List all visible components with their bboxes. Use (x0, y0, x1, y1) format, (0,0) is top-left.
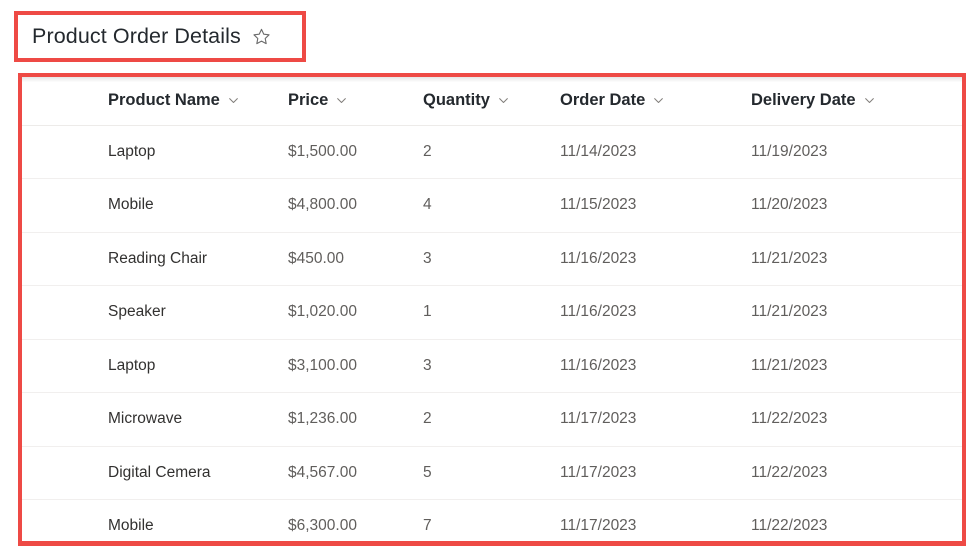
cell-product-name: Speaker (22, 285, 273, 340)
cell-delivery-date: 11/21/2023 (734, 339, 962, 393)
cell-price: $3,100.00 (273, 339, 408, 393)
cell-quantity: 2 (408, 125, 548, 179)
cell-price: $1,500.00 (273, 125, 408, 179)
cell-delivery-date: 11/22/2023 (734, 392, 962, 447)
chevron-down-icon[interactable] (228, 95, 239, 106)
cell-quantity: 1 (408, 285, 548, 340)
table-row[interactable]: Microwave $1,236.00 2 11/17/2023 11/22/2023 (22, 392, 962, 447)
cell-quantity: 5 (408, 446, 548, 500)
cell-delivery-date: 11/22/2023 (734, 446, 962, 500)
cell-order-date: 11/16/2023 (548, 339, 734, 393)
table-row[interactable]: Laptop $3,100.00 3 11/16/2023 11/21/2023 (22, 339, 962, 393)
column-header-price[interactable]: Price (273, 77, 408, 126)
column-header-order-date[interactable]: Order Date (548, 77, 734, 126)
column-header-label: Order Date (560, 91, 646, 110)
page-title: Product Order Details (32, 23, 241, 48)
cell-order-date: 11/17/2023 (548, 392, 734, 447)
cell-order-date: 11/16/2023 (548, 285, 734, 340)
cell-quantity: 7 (408, 499, 548, 543)
cell-price: $1,236.00 (273, 392, 408, 447)
table-header-row: Product Name Price Quantity Order Date D… (22, 77, 962, 126)
cell-product-name: Laptop (22, 125, 273, 179)
cell-price: $450.00 (273, 232, 408, 286)
cell-product-name: Digital Cemera (22, 446, 273, 500)
cell-price: $4,567.00 (273, 446, 408, 500)
cell-delivery-date: 11/21/2023 (734, 232, 962, 286)
product-order-table: Product Name Price Quantity Order Date D… (22, 77, 962, 543)
screen-root: Product Order Details Product Name Price… (0, 0, 971, 550)
cell-quantity: 4 (408, 178, 548, 233)
column-header-label: Price (288, 91, 329, 110)
cell-order-date: 11/14/2023 (548, 125, 734, 179)
cell-price: $4,800.00 (273, 178, 408, 233)
column-header-label: Delivery Date (751, 91, 856, 110)
cell-product-name: Mobile (22, 178, 273, 233)
column-header-product-name[interactable]: Product Name (22, 77, 273, 126)
cell-quantity: 3 (408, 232, 548, 286)
cell-order-date: 11/17/2023 (548, 446, 734, 500)
table-row[interactable]: Laptop $1,500.00 2 11/14/2023 11/19/2023 (22, 125, 962, 179)
orders-table-container: Product Name Price Quantity Order Date D… (22, 77, 962, 543)
chevron-down-icon[interactable] (498, 95, 509, 106)
cell-product-name: Microwave (22, 392, 273, 447)
cell-product-name: Reading Chair (22, 232, 273, 286)
cell-order-date: 11/17/2023 (548, 499, 734, 543)
cell-price: $6,300.00 (273, 499, 408, 543)
cell-quantity: 2 (408, 392, 548, 447)
column-header-delivery-date[interactable]: Delivery Date (734, 77, 962, 126)
star-icon[interactable] (252, 27, 271, 46)
cell-order-date: 11/15/2023 (548, 178, 734, 233)
table-row[interactable]: Mobile $6,300.00 7 11/17/2023 11/22/2023 (22, 499, 962, 543)
table-body: Laptop $1,500.00 2 11/14/2023 11/19/2023 Mobi… (22, 125, 962, 543)
column-header-quantity[interactable]: Quantity (408, 77, 548, 126)
cell-delivery-date: 11/21/2023 (734, 285, 962, 340)
cell-product-name: Mobile (22, 499, 273, 543)
chevron-down-icon[interactable] (864, 95, 875, 106)
cell-delivery-date: 11/19/2023 (734, 125, 962, 179)
cell-order-date: 11/16/2023 (548, 232, 734, 286)
chevron-down-icon[interactable] (653, 95, 664, 106)
scroll-shadow (22, 77, 962, 82)
cell-delivery-date: 11/22/2023 (734, 499, 962, 543)
table-row[interactable]: Digital Cemera $4,567.00 5 11/17/2023 11/22/… (22, 446, 962, 500)
chevron-down-icon[interactable] (336, 95, 347, 106)
cell-product-name: Laptop (22, 339, 273, 393)
column-header-label: Product Name (108, 91, 220, 110)
table-row[interactable]: Mobile $4,800.00 4 11/15/2023 11/20/2023 (22, 178, 962, 233)
cell-quantity: 3 (408, 339, 548, 393)
cell-delivery-date: 11/20/2023 (734, 178, 962, 233)
column-header-label: Quantity (423, 91, 490, 110)
table-row[interactable]: Speaker $1,020.00 1 11/16/2023 11/21/2023 (22, 285, 962, 340)
page-header: Product Order Details (18, 15, 302, 58)
table-row[interactable]: Reading Chair $450.00 3 11/16/2023 11/21/202… (22, 232, 962, 286)
cell-price: $1,020.00 (273, 285, 408, 340)
